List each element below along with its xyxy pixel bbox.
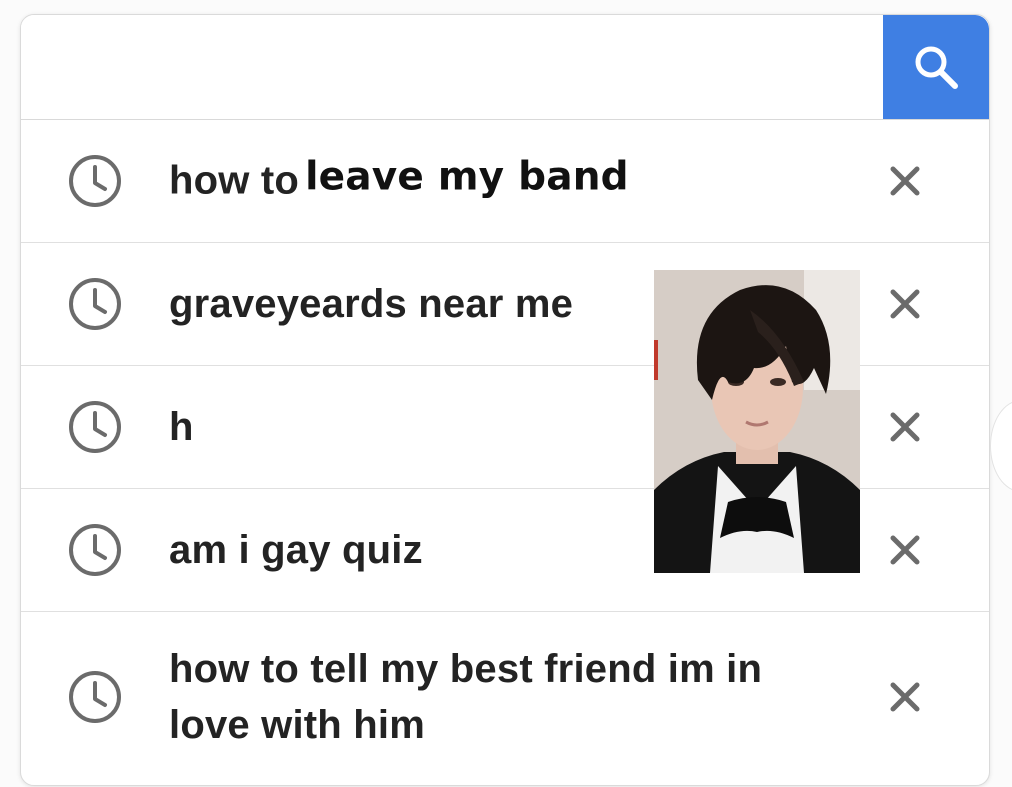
scroll-handle[interactable] xyxy=(990,400,1012,492)
screen: how to leave my band graveyeards near me… xyxy=(0,0,1012,787)
remove-history-button[interactable] xyxy=(883,282,927,326)
remove-history-button[interactable] xyxy=(883,405,927,449)
clock-icon xyxy=(67,669,123,725)
search-bar xyxy=(21,15,989,120)
history-item[interactable]: how to tell my best friend im in love wi… xyxy=(21,612,989,782)
remove-history-button[interactable] xyxy=(883,528,927,572)
search-icon xyxy=(910,41,962,93)
close-icon xyxy=(883,675,927,719)
close-icon xyxy=(883,528,927,572)
close-icon xyxy=(883,405,927,449)
history-item-text: how to leave my band xyxy=(169,153,849,210)
remove-history-button[interactable] xyxy=(883,159,927,203)
remove-history-button[interactable] xyxy=(883,675,927,719)
history-item-prefix: how to xyxy=(169,158,300,203)
overlay-caption: leave my band xyxy=(305,154,629,200)
search-input[interactable] xyxy=(21,15,879,119)
clock-icon xyxy=(67,153,123,209)
search-button[interactable] xyxy=(883,15,989,119)
clock-icon xyxy=(67,522,123,578)
portrait-photo xyxy=(654,270,860,573)
close-icon xyxy=(883,159,927,203)
close-icon xyxy=(883,282,927,326)
clock-icon xyxy=(67,399,123,455)
history-item-text: how to tell my best friend im in love wi… xyxy=(169,647,763,747)
history-item[interactable]: how to leave my band xyxy=(21,120,989,243)
clock-icon xyxy=(67,276,123,332)
